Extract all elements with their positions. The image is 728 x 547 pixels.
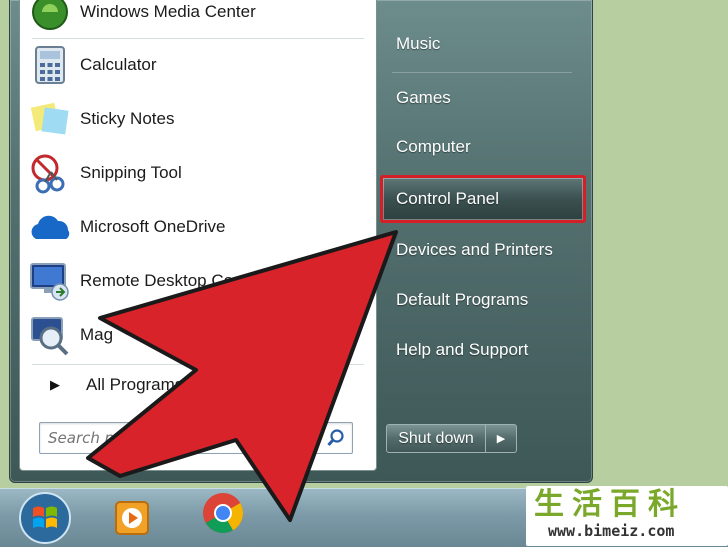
program-item-microsoft-onedrive[interactable]: Microsoft OneDrive: [26, 205, 366, 249]
watermark-logo: 生 活 百 科: [534, 488, 678, 522]
remote-desktop-icon: [26, 259, 74, 303]
right-item-devices-and-printers[interactable]: Devices and Printers: [386, 233, 582, 267]
watermark: 生 活 百 科 www.bimeiz.com: [526, 486, 728, 546]
right-item-label: Games: [396, 88, 451, 107]
magnifier-icon: [26, 313, 74, 357]
shutdown-button[interactable]: Shut down: [386, 424, 486, 453]
snipping-tool-icon: [26, 151, 74, 195]
program-label: Remote Desktop Co: [80, 271, 234, 290]
program-item-magnifier[interactable]: Mag: [26, 313, 366, 357]
search-input[interactable]: [46, 426, 320, 450]
program-item-remote-desktop[interactable]: Remote Desktop Co: [26, 259, 366, 303]
sticky-notes-icon: [26, 97, 74, 141]
program-label: Mag: [80, 325, 114, 344]
program-label: Windows Media Center: [80, 2, 256, 21]
search-icon[interactable]: [326, 428, 346, 448]
right-item-computer[interactable]: Computer: [386, 130, 582, 164]
watermark-char: 百: [610, 487, 640, 522]
right-item-label: Help and Support: [396, 340, 529, 359]
program-list: Windows Media Center Calculator Sticky N…: [20, 0, 376, 400]
chrome-icon[interactable]: [200, 490, 246, 536]
program-label: Snipping Tool: [80, 163, 182, 182]
list-divider: [32, 38, 364, 39]
chevron-right-icon: ▶: [50, 377, 60, 393]
right-item-label: Music: [396, 34, 441, 53]
shutdown-group: Shut down ▶: [386, 424, 517, 453]
watermark-char: 科: [648, 487, 678, 522]
right-item-default-programs[interactable]: Default Programs: [386, 283, 582, 317]
right-item-label: Computer: [396, 137, 471, 156]
right-item-games[interactable]: Games: [386, 81, 582, 115]
program-item-calculator[interactable]: Calculator: [26, 43, 366, 87]
onedrive-icon: [26, 205, 74, 249]
program-item-windows-media-center[interactable]: Windows Media Center: [26, 0, 366, 34]
right-item-control-panel[interactable]: Control Panel: [380, 175, 586, 223]
start-orb[interactable]: [16, 490, 74, 546]
right-item-help-and-support[interactable]: Help and Support: [386, 333, 582, 367]
program-label: Calculator: [80, 55, 157, 74]
program-label: Microsoft OneDrive: [80, 217, 226, 236]
watermark-char: 生: [534, 487, 564, 522]
media-player-icon[interactable]: [110, 496, 154, 540]
watermark-url: www.bimeiz.com: [548, 522, 675, 540]
all-programs-label: All Programs: [86, 375, 184, 394]
search-box[interactable]: fle: [39, 422, 353, 454]
shutdown-options-button[interactable]: ▶: [486, 424, 517, 453]
right-divider: [392, 72, 572, 73]
program-label: Sticky Notes: [80, 109, 175, 128]
windows-media-center-icon: [26, 0, 74, 34]
program-item-sticky-notes[interactable]: Sticky Notes: [26, 97, 366, 141]
program-item-snipping-tool[interactable]: Snipping Tool: [26, 151, 366, 195]
watermark-char: 活: [572, 487, 602, 522]
programs-pane: Windows Media Center Calculator Sticky N…: [19, 0, 377, 471]
right-item-label: Devices and Printers: [396, 240, 553, 259]
chevron-right-icon: ▶: [496, 432, 506, 445]
list-divider: [32, 364, 364, 365]
search-placeholder-tail: fle: [240, 428, 259, 446]
calculator-icon: [26, 43, 74, 87]
right-item-music[interactable]: Music: [386, 27, 582, 61]
right-item-label: Control Panel: [396, 189, 500, 208]
all-programs-button[interactable]: ▶ All Programs: [50, 372, 183, 398]
right-item-label: Default Programs: [396, 290, 529, 309]
